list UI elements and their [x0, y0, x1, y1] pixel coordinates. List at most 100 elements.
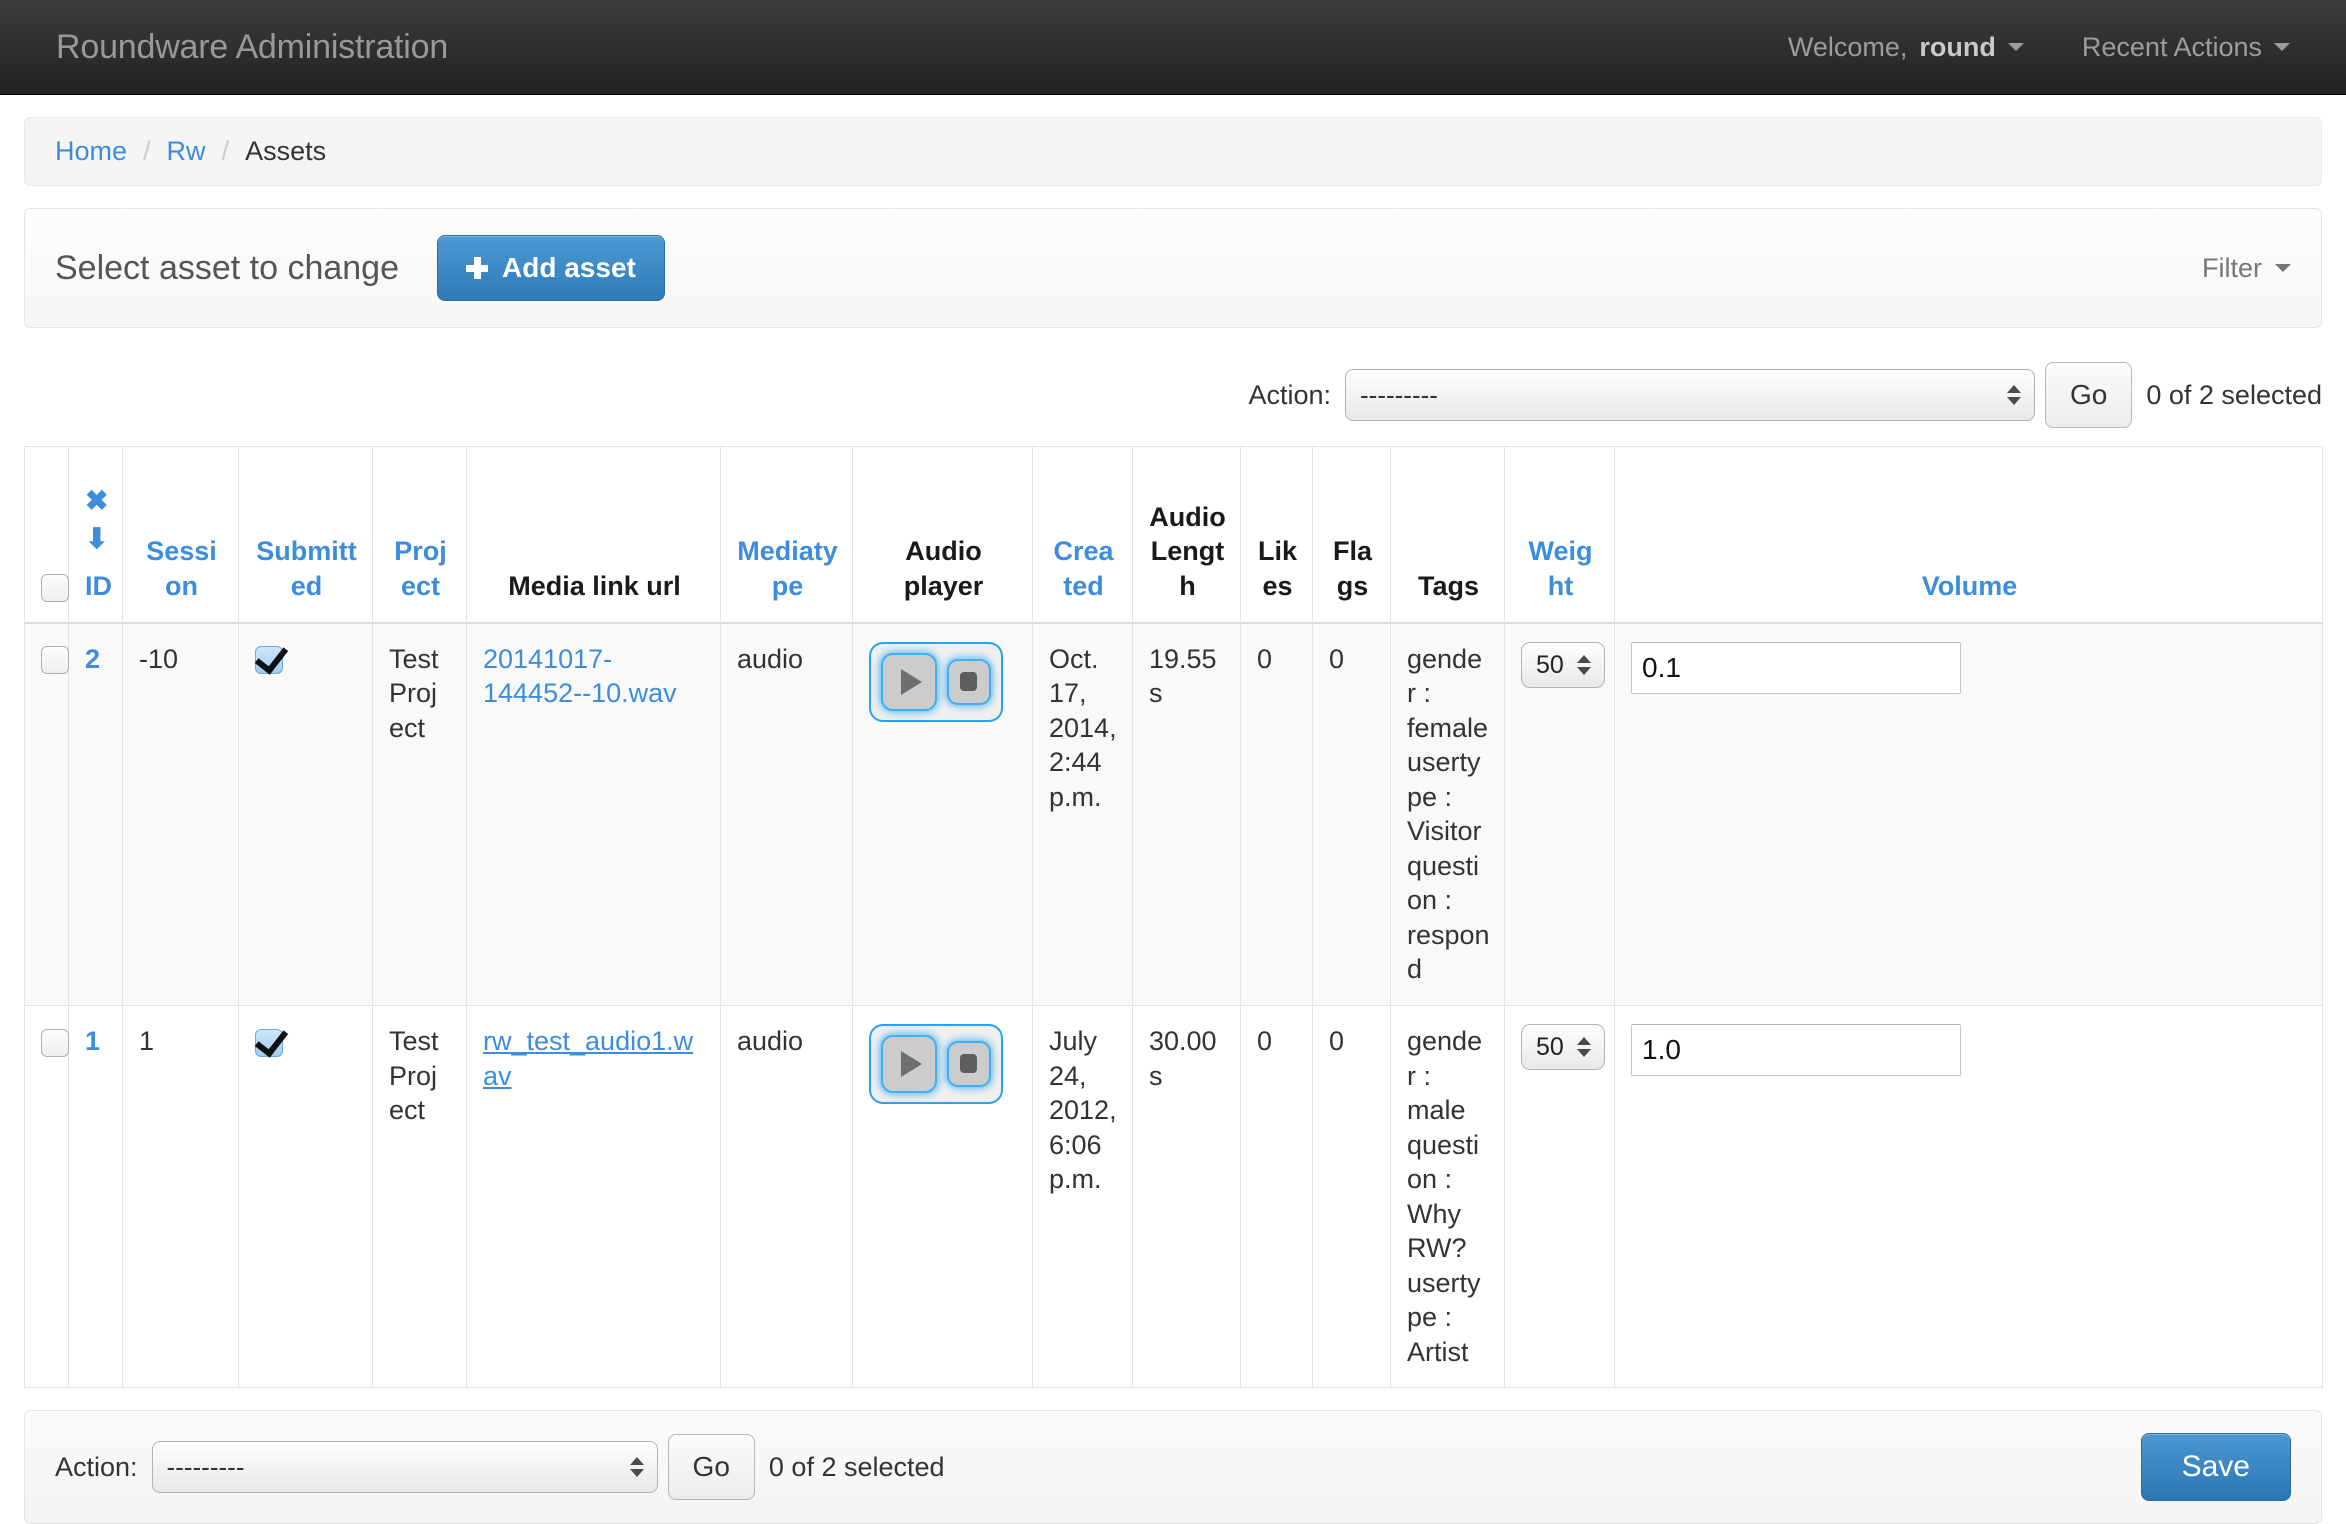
- cell-tags: gender : female usertype : Visitor quest…: [1390, 622, 1505, 1006]
- column-header-volume[interactable]: Volume: [1614, 446, 2323, 624]
- action-label-top: Action:: [1248, 379, 1332, 410]
- cell-audio-length: 19.55 s: [1132, 622, 1241, 1006]
- column-header-likes: Likes: [1240, 446, 1313, 624]
- table-body: 2 -10 Test Project 20141017-144452--10.w…: [24, 622, 2323, 1389]
- column-header-submitted[interactable]: Submitted: [238, 446, 373, 624]
- stop-icon[interactable]: [946, 658, 991, 705]
- weight-select[interactable]: 50: [1521, 641, 1605, 688]
- app-brand-title: Roundware Administration: [56, 27, 449, 66]
- volume-input[interactable]: [1631, 641, 1961, 694]
- column-header-id[interactable]: ✖ ⬇ ID: [68, 446, 123, 624]
- cell-created: July 24, 2012, 6:06 p.m.: [1032, 1004, 1133, 1389]
- column-header-media-link-url: Media link url: [466, 446, 721, 624]
- table-header-row: ✖ ⬇ ID Session Submitted Project Media l…: [24, 446, 2323, 624]
- breadcrumb-current-assets: Assets: [245, 136, 327, 166]
- action-select-top-shell: ---------: [1345, 369, 2036, 421]
- cell-project: Test Project: [372, 1004, 467, 1389]
- weight-select[interactable]: 50: [1521, 1023, 1605, 1070]
- stop-icon[interactable]: [946, 1040, 991, 1087]
- remove-sort-icon[interactable]: ✖: [85, 486, 108, 515]
- cell-flags: 0: [1312, 1004, 1391, 1389]
- row-select-checkbox[interactable]: [41, 1028, 69, 1057]
- breadcrumb-link-home[interactable]: Home: [55, 136, 127, 167]
- asset-id-link[interactable]: 2: [85, 644, 100, 674]
- go-button-top[interactable]: Go: [2045, 362, 2133, 428]
- navbar-right-menu: Welcome, round Recent Actions: [1788, 32, 2290, 63]
- add-asset-button[interactable]: Add asset: [437, 235, 665, 301]
- media-link-url[interactable]: rw_test_audio1.wav: [483, 1026, 693, 1091]
- results-table-region: ✖ ⬇ ID Session Submitted Project Media l…: [0, 428, 2346, 1389]
- select-all-header: [24, 446, 69, 624]
- selection-count-bottom: 0 of 2 selected: [768, 1451, 945, 1482]
- chevron-down-icon: [2007, 43, 2024, 51]
- cell-likes: 0: [1240, 1004, 1313, 1389]
- submitted-checkbox[interactable]: [255, 1028, 283, 1057]
- column-header-flags: Flags: [1312, 446, 1391, 624]
- column-header-label-submitted[interactable]: Submitted: [256, 536, 357, 601]
- filter-toggle[interactable]: Filter: [2202, 253, 2291, 284]
- column-header-label-project[interactable]: Project: [394, 536, 447, 601]
- column-header-weight[interactable]: Weight: [1504, 446, 1615, 624]
- assets-table: ✖ ⬇ ID Session Submitted Project Media l…: [24, 446, 2323, 1389]
- play-icon[interactable]: [881, 652, 937, 711]
- cell-tags: gender : male question : Why RW? usertyp…: [1390, 1004, 1505, 1389]
- recent-actions-menu[interactable]: Recent Actions: [2082, 32, 2290, 63]
- asset-id-link[interactable]: 1: [85, 1026, 100, 1056]
- column-header-label-volume[interactable]: Volume: [1922, 571, 2018, 601]
- actions-bar-bottom-region: Action: --------- Go 0 of 2 selected Sav…: [0, 1388, 2346, 1524]
- row-select-cell: [24, 622, 69, 1006]
- column-header-session[interactable]: Session: [122, 446, 239, 624]
- object-tools-panel: Select asset to change Add asset Filter: [24, 208, 2322, 328]
- breadcrumb-region: Home / Rw / Assets: [0, 95, 2346, 186]
- save-button[interactable]: Save: [2140, 1433, 2291, 1502]
- cell-weight: 50: [1504, 1004, 1615, 1389]
- cell-id: 2: [68, 622, 123, 1006]
- column-header-label-id[interactable]: ID: [85, 569, 112, 604]
- cell-project: Test Project: [372, 622, 467, 1006]
- row-select-checkbox[interactable]: [41, 646, 69, 675]
- column-header-project[interactable]: Project: [372, 446, 467, 624]
- action-select-top[interactable]: ---------: [1345, 369, 2036, 421]
- audio-player-widget[interactable]: [869, 641, 1003, 722]
- column-header-mediatype[interactable]: Mediatype: [720, 446, 853, 624]
- cell-submitted: [238, 622, 373, 1006]
- cell-created: Oct. 17, 2014, 2:44 p.m.: [1032, 622, 1133, 1006]
- column-header-label-weight[interactable]: Weight: [1528, 536, 1592, 601]
- sort-descending-icon[interactable]: ⬇: [85, 524, 108, 553]
- recent-actions-label: Recent Actions: [2081, 31, 2262, 62]
- breadcrumb-separator: /: [143, 136, 151, 166]
- cell-audio-player: [852, 622, 1033, 1006]
- column-header-label-created[interactable]: Created: [1053, 536, 1113, 601]
- selection-count-top: 0 of 2 selected: [2146, 379, 2322, 410]
- cell-volume: [1614, 1004, 2323, 1389]
- cell-media-link: rw_test_audio1.wav: [466, 1004, 721, 1389]
- audio-player-widget[interactable]: [869, 1023, 1003, 1104]
- cell-audio-player: [852, 1004, 1033, 1389]
- cell-submitted: [238, 1004, 373, 1389]
- volume-input[interactable]: [1631, 1023, 1961, 1076]
- media-link-url[interactable]: 20141017-144452--10.wav: [483, 644, 677, 709]
- table-header: ✖ ⬇ ID Session Submitted Project Media l…: [24, 446, 2323, 624]
- column-header-audio-length: Audio Length: [1132, 446, 1241, 624]
- column-header-audio-player: Audio player: [852, 446, 1033, 624]
- column-header-label-mediatype[interactable]: Mediatype: [737, 536, 838, 601]
- submitted-checkbox[interactable]: [255, 646, 283, 675]
- actions-bar-bottom: Action: --------- Go 0 of 2 selected Sav…: [24, 1410, 2322, 1524]
- cell-weight: 50: [1504, 622, 1615, 1006]
- column-header-label-session[interactable]: Session: [146, 536, 217, 601]
- cell-likes: 0: [1240, 622, 1313, 1006]
- filter-label: Filter: [2202, 252, 2262, 283]
- user-menu-welcome[interactable]: Welcome, round: [1788, 32, 2024, 63]
- cell-flags: 0: [1312, 622, 1391, 1006]
- breadcrumb: Home / Rw / Assets: [24, 117, 2322, 186]
- add-asset-label: Add asset: [502, 252, 636, 283]
- breadcrumb-link-rw[interactable]: Rw: [167, 136, 206, 167]
- action-select-bottom[interactable]: ---------: [151, 1441, 658, 1494]
- actions-bar-top: Action: --------- Go 0 of 2 selected: [0, 328, 2346, 428]
- cell-session: -10: [122, 622, 239, 1006]
- play-icon[interactable]: [881, 1034, 937, 1093]
- select-all-checkbox[interactable]: [41, 573, 69, 602]
- table-row: 2 -10 Test Project 20141017-144452--10.w…: [24, 622, 2323, 1006]
- column-header-created[interactable]: Created: [1032, 446, 1133, 624]
- go-button-bottom[interactable]: Go: [667, 1434, 755, 1501]
